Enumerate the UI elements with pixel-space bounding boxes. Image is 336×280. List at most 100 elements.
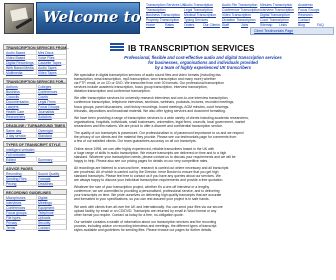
sidebar-row: Multimedia Video Tapes xyxy=(3,70,67,75)
sidebar-row: Pricing Deadlines xyxy=(3,181,67,186)
sidebar-link[interactable]: Full verbatim xyxy=(6,153,25,157)
sidebar-link[interactable]: Interviews xyxy=(6,201,21,205)
sidebar-link[interactable]: Councils xyxy=(6,95,19,99)
sidebar-link[interactable]: Lawyers xyxy=(6,105,19,109)
sidebar-link[interactable]: Meetings xyxy=(38,201,52,205)
sidebar-row: Researchers Solicitors xyxy=(3,114,67,119)
testimonials-bar[interactable]: Client Testimonials Page xyxy=(250,27,334,35)
top-nav-link[interactable]: Academic xyxy=(298,3,313,7)
sidebar-link[interactable]: Business xyxy=(6,90,20,94)
top-nav-link[interactable]: Research xyxy=(298,13,313,17)
sidebar-link[interactable]: Conferences xyxy=(6,206,25,210)
top-nav-link[interactable]: Orders xyxy=(184,23,194,27)
sidebar-link[interactable]: 3 day service xyxy=(6,134,26,138)
top-nav-link[interactable]: Property Transcription xyxy=(146,18,179,22)
paragraph-line: researchers and film makers. We are prou… xyxy=(74,123,223,128)
sidebar-link[interactable]: Digital Recordings xyxy=(6,61,34,65)
body-paragraph: The quality of our transcripts is paramo… xyxy=(74,131,332,143)
body-paragraph: We have been providing a range of transc… xyxy=(74,116,332,128)
top-nav-link[interactable]: Court Transcription xyxy=(260,18,289,22)
sidebar-heading-label: DEADLINE / TURNAROUND TIMES xyxy=(6,123,66,128)
top-nav-link[interactable]: Transcription xyxy=(146,8,165,12)
paragraph-line: tribunals, depositions and broadcast mat… xyxy=(74,108,226,113)
sidebar-link[interactable]: Video Based xyxy=(6,56,25,60)
sidebar-link[interactable]: Mini Discs xyxy=(38,51,53,55)
sidebar-link[interactable]: Authors xyxy=(6,85,18,89)
sidebar-link[interactable]: Privacy xyxy=(6,221,17,225)
welcome-banner[interactable]: Welcome to xyxy=(36,2,141,34)
sidebar-link[interactable]: Courts xyxy=(38,95,48,99)
top-nav-link[interactable]: Minutes Transcription xyxy=(260,3,292,7)
sidebar-link[interactable]: Focus groups xyxy=(6,211,27,215)
sidebar-link[interactable]: Digital xyxy=(38,196,47,200)
top-nav-link[interactable]: Transcription Services UK xyxy=(146,3,185,7)
top-nav-link[interactable]: Medical Transcription xyxy=(184,13,216,17)
sidebar-link[interactable]: Focus Groups xyxy=(38,105,59,109)
top-nav-link[interactable]: Audio File Transcription xyxy=(222,3,257,7)
sidebar-link[interactable]: Deadlines xyxy=(38,182,53,186)
sidebar-link[interactable]: File types xyxy=(6,216,21,220)
sidebar-link[interactable]: Overnight xyxy=(38,129,53,133)
body-paragraph: We work with clients from all over the U… xyxy=(74,205,332,217)
page-title: IB TRANSCRIPTION SERVICES xyxy=(128,43,255,53)
top-nav-link[interactable]: Interview Transcription xyxy=(260,8,294,12)
top-nav-link[interactable]: Dictation Transcription xyxy=(222,18,256,22)
sidebar-link[interactable]: Pricing xyxy=(6,182,16,186)
top-nav-link[interactable]: Our Clients xyxy=(203,23,220,27)
sidebar-link[interactable]: Video Tapes xyxy=(38,71,57,75)
row-divider xyxy=(36,157,37,162)
top-nav-link[interactable]: Business Transcription xyxy=(146,13,180,17)
sidebar-link[interactable]: Voice Files xyxy=(38,56,54,60)
sidebar-row: Edited Summary xyxy=(3,157,67,162)
top-nav-link[interactable]: Focus Groups xyxy=(298,8,319,12)
top-nav-link[interactable]: Conference Transcription xyxy=(222,8,260,12)
sidebar-link[interactable]: Standard xyxy=(38,134,52,138)
sidebar-link[interactable]: Recording xyxy=(6,172,21,176)
sidebar-link[interactable]: Formats xyxy=(38,177,50,181)
testimonials-link[interactable]: Client Testimonials Page xyxy=(254,29,293,33)
sidebar-link[interactable]: Audio Based xyxy=(6,51,25,55)
body-paragraph: All recordings are listened to a second … xyxy=(74,166,332,182)
top-nav-link[interactable]: Legal Transcription xyxy=(184,8,213,12)
top-nav-link[interactable]: Rates xyxy=(165,23,174,27)
sidebar-link[interactable]: Multimedia xyxy=(6,71,22,75)
top-nav-link[interactable]: Digital Transcription xyxy=(260,13,290,17)
sidebar-link[interactable]: Cassette Tapes xyxy=(38,61,61,65)
sidebar-link[interactable]: Equipment xyxy=(38,206,54,210)
paper-shape xyxy=(10,7,28,22)
sidebar-link[interactable]: Sending Files xyxy=(6,177,27,181)
sidebar-link[interactable]: Microphones xyxy=(6,196,25,200)
sidebar-link[interactable]: Researchers xyxy=(6,115,25,119)
top-nav-link[interactable]: Staff xyxy=(222,23,229,27)
sidebar-link[interactable]: Intelligent verbatim xyxy=(6,148,34,152)
sidebar-link[interactable]: Contact xyxy=(38,226,50,230)
sidebar-link[interactable]: Edited xyxy=(6,158,16,162)
sidebar-link[interactable]: Legal Firms xyxy=(38,100,56,104)
sidebar-link[interactable]: Web Based Media xyxy=(6,66,34,70)
sidebar-link[interactable]: Same day xyxy=(6,129,21,133)
top-nav-link[interactable]: Contact xyxy=(298,18,310,22)
sidebar-link[interactable]: Colleges xyxy=(38,85,51,89)
sidebar-link[interactable]: Sound Quality xyxy=(38,172,59,176)
top-nav-link[interactable]: Audio Transcription xyxy=(184,3,213,7)
sidebar-link[interactable]: Journalists xyxy=(38,110,54,114)
top-nav-link[interactable]: Jobs xyxy=(241,23,248,27)
sidebar-link[interactable]: Terms xyxy=(6,226,15,230)
sidebar-link[interactable]: Security xyxy=(38,221,50,225)
sidebar-link[interactable]: Solicitors xyxy=(38,115,52,119)
sidebar-link[interactable]: Conferences xyxy=(38,90,57,94)
sidebar-link[interactable]: Health Care xyxy=(6,110,24,114)
top-nav-link[interactable]: Home xyxy=(146,23,155,27)
header-photo xyxy=(4,3,34,34)
sidebar-link[interactable]: Telephone xyxy=(38,211,54,215)
body-paragraph: We offer transcription services for univ… xyxy=(74,96,332,112)
sidebar-row: Terms Contact xyxy=(3,225,67,230)
sidebar-link[interactable]: Documentaries xyxy=(6,100,29,104)
top-nav-link[interactable]: Video Transcription xyxy=(222,13,251,17)
body-paragraph: Online since 1998, we can offer highly e… xyxy=(74,147,332,163)
sidebar-link[interactable]: Summary xyxy=(38,158,53,162)
sidebar-link[interactable]: Audio Tapes xyxy=(38,66,57,70)
sidebar-link[interactable]: Uploads xyxy=(38,216,50,220)
paragraph-line: styles available and guidelines for send… xyxy=(74,228,212,233)
top-nav-link[interactable]: Typing Services xyxy=(184,18,208,22)
